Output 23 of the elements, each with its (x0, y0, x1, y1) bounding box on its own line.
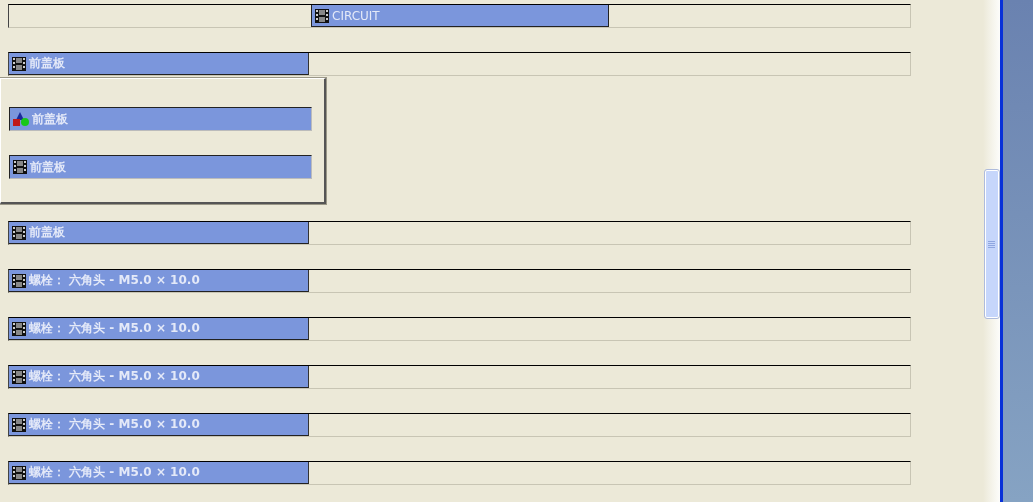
film-icon (314, 7, 330, 24)
tree-node[interactable]: 螺栓： 六角头 - M5.0 × 10.0 (9, 462, 309, 484)
tree-node[interactable]: 前盖板 (9, 155, 312, 179)
tree-node[interactable]: 螺栓： 六角头 - M5.0 × 10.0 (9, 270, 309, 292)
film-icon (11, 368, 27, 385)
scrollbar[interactable] (983, 0, 1000, 502)
tree-node[interactable]: 螺栓： 六角头 - M5.0 × 10.0 (9, 366, 309, 388)
tree-node[interactable]: CIRCUIT (311, 5, 609, 27)
grip-icon (988, 240, 995, 248)
film-icon (12, 159, 28, 175)
scrollbar-thumb[interactable] (984, 170, 999, 318)
film-icon (11, 272, 27, 289)
tree-node[interactable]: 前盖板 (9, 53, 309, 75)
shapes-icon (12, 111, 30, 127)
tree-node[interactable]: 前盖板 (9, 222, 309, 244)
film-icon (11, 464, 27, 481)
tree-node[interactable]: 前盖板 (9, 107, 312, 131)
film-icon (11, 416, 27, 433)
tree-node[interactable]: 螺栓： 六角头 - M5.0 × 10.0 (9, 414, 309, 436)
film-icon (11, 320, 27, 337)
film-icon (11, 224, 27, 241)
tree-node[interactable]: 螺栓： 六角头 - M5.0 × 10.0 (9, 318, 309, 340)
film-icon (11, 55, 27, 72)
